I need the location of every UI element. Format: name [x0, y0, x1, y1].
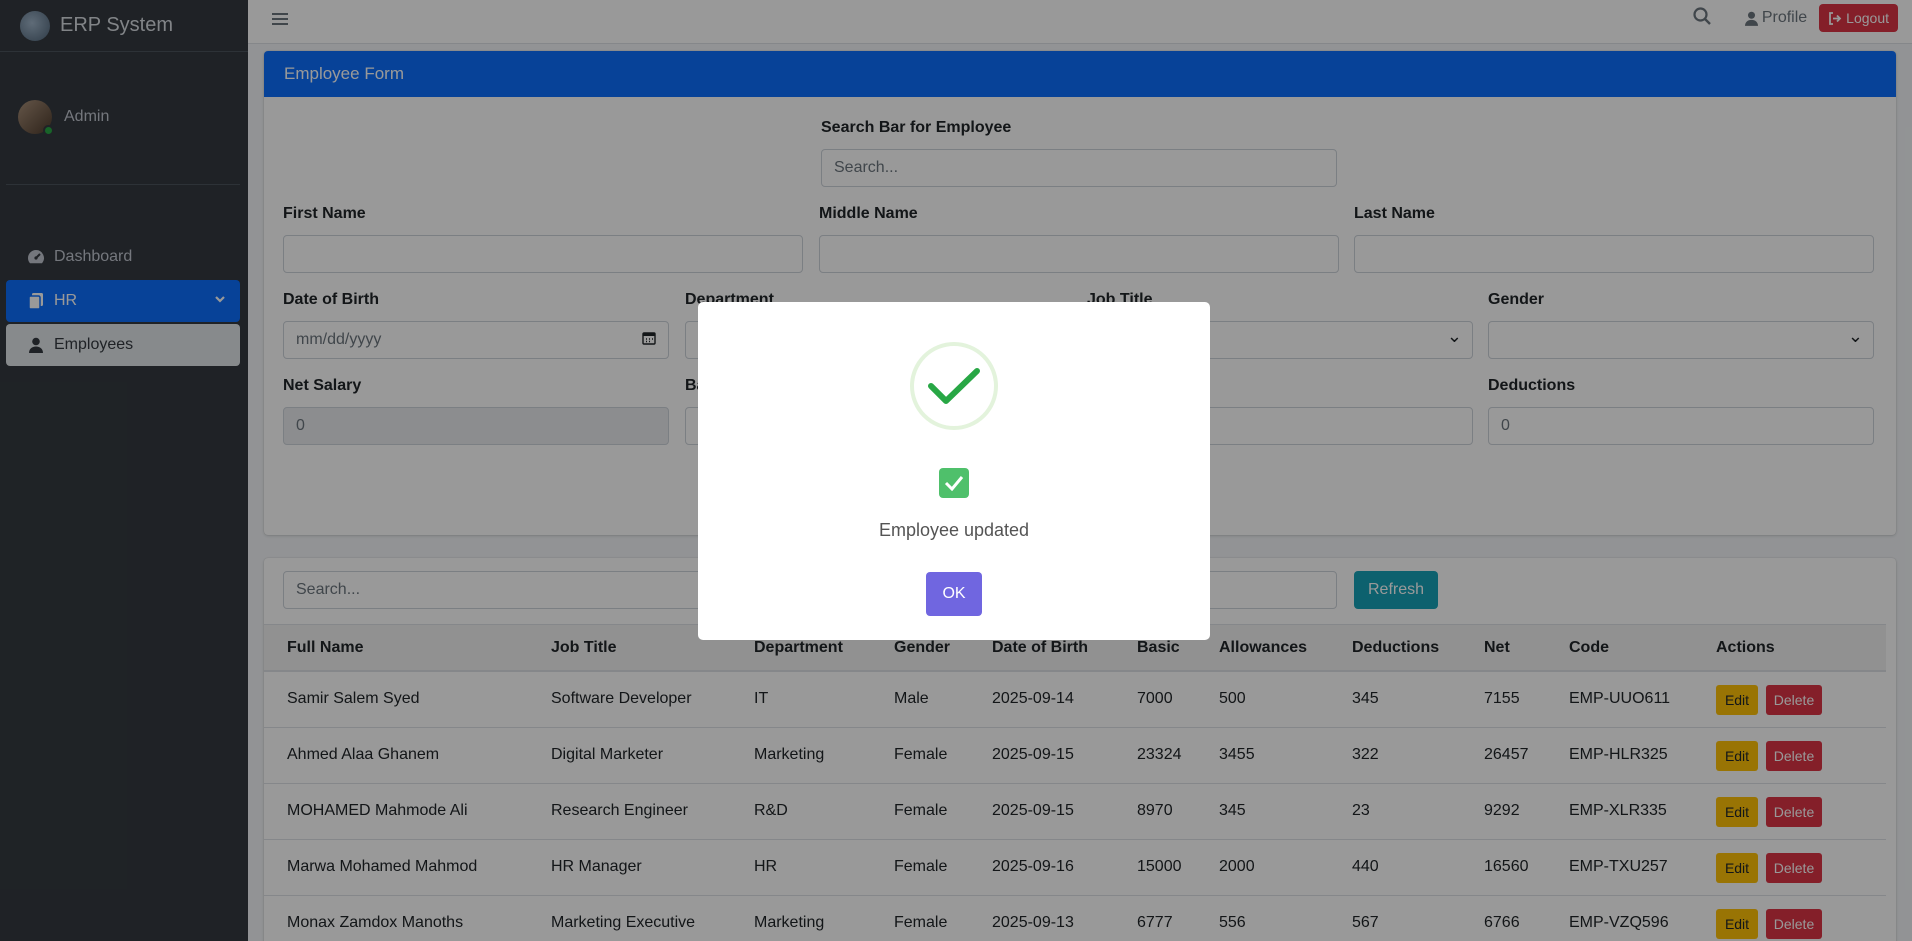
success-dialog: Employee updated OK	[698, 302, 1210, 640]
ok-button[interactable]: OK	[926, 572, 982, 616]
dialog-message: Employee updated	[878, 520, 1030, 540]
success-check-icon	[910, 342, 998, 430]
checkbox-check-icon	[939, 468, 969, 498]
